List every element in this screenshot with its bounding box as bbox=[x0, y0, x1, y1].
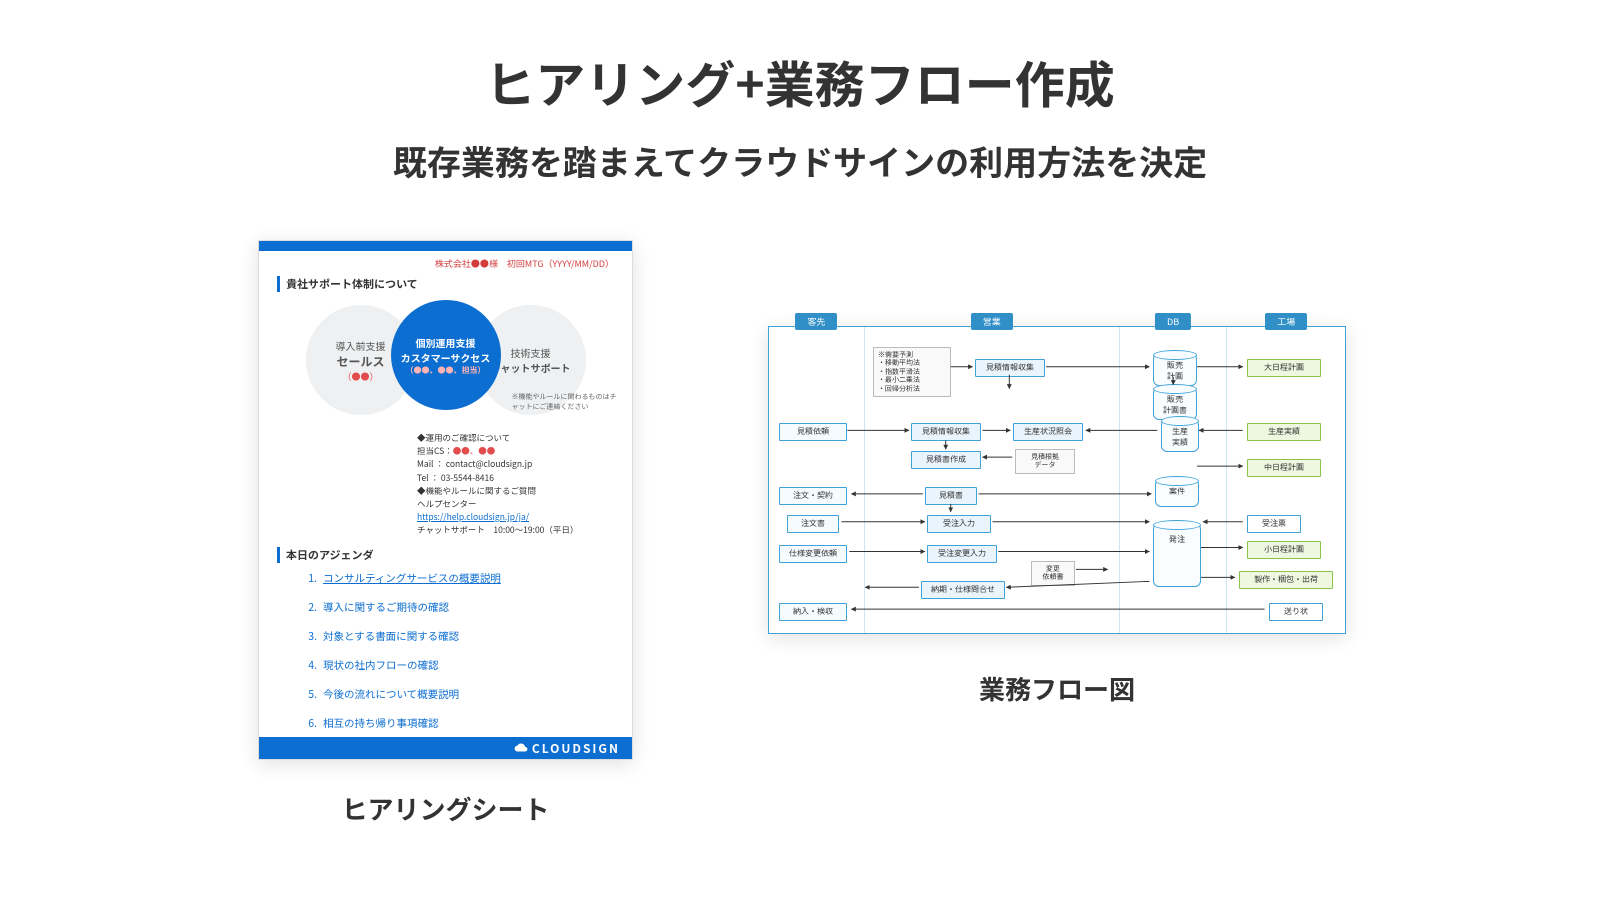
flow-box: 見積書 bbox=[925, 487, 977, 505]
help-link[interactable]: https://help.cloudsign.jp/ja/ bbox=[417, 511, 529, 523]
flow-box: 大日程計画 bbox=[1247, 359, 1321, 377]
flow-box: 小日程計画 bbox=[1247, 541, 1321, 559]
section-support: 貴社サポート体制について 導入前支援 セールス （●●） 個別運用支援 カスタマ… bbox=[259, 270, 632, 537]
contact-block: ◆運用のご確認について 担当CS：●●、●● Mail ： contact@cl… bbox=[417, 432, 596, 537]
agenda-item: 2.導入に関するご期待の確認 bbox=[301, 600, 614, 615]
section-agenda: 本日のアジェンダ 1.コンサルティングサービスの概要説明 2.導入に関するご期待… bbox=[259, 537, 632, 731]
flow-box: 納入・検収 bbox=[779, 603, 847, 621]
flow-box: 受注入力 bbox=[927, 515, 991, 533]
agenda-item: 1.コンサルティングサービスの概要説明 bbox=[301, 571, 614, 586]
agenda-list: 1.コンサルティングサービスの概要説明 2.導入に関するご期待の確認 3.対象と… bbox=[277, 571, 614, 731]
section-agenda-heading: 本日のアジェンダ bbox=[277, 547, 614, 563]
caption-left: ヒアリングシート bbox=[258, 790, 633, 827]
flow-box: 注文書 bbox=[787, 515, 839, 533]
flow-box: 製作・梱包・出荷 bbox=[1239, 571, 1333, 589]
flow-box: 注文・契約 bbox=[779, 487, 847, 505]
section-support-heading: 貴社サポート体制について bbox=[277, 276, 614, 292]
cloud-icon bbox=[514, 741, 528, 755]
flow-box: 見積書作成 bbox=[911, 451, 981, 469]
slide: ヒアリング+業務フロー作成 既存業務を踏まえてクラウドサインの利用方法を決定 株… bbox=[0, 0, 1600, 900]
flow-box: 中日程計画 bbox=[1247, 459, 1321, 477]
caption-right: 業務フロー図 bbox=[768, 670, 1346, 707]
flow-note: ※需要予測 ・移動平均法 ・指数平滑法 ・最小二乗法 ・回帰分析法 bbox=[873, 347, 951, 397]
circle-footnote: ※機能やルールに関わるものはチャットにご連絡ください bbox=[512, 392, 622, 412]
slide-subtitle: 既存業務を踏まえてクラウドサインの利用方法を決定 bbox=[0, 136, 1600, 185]
slide-title: ヒアリング+業務フロー作成 bbox=[0, 46, 1600, 118]
flow-box: 見積情報収集 bbox=[975, 359, 1045, 377]
flow-note: 変更 依頼書 bbox=[1031, 561, 1075, 586]
flow-box: 受注票 bbox=[1247, 515, 1301, 533]
flow-box: 仕様変更依頼 bbox=[779, 545, 847, 563]
flow-box: 受注変更入力 bbox=[927, 545, 997, 563]
agenda-item: 3.対象とする書面に関する確認 bbox=[301, 629, 614, 644]
sheet-topbar bbox=[259, 241, 632, 251]
flow-note: 見積根拠 データ bbox=[1015, 449, 1075, 474]
hearing-sheet: 株式会社●●様 初回MTG（YYYY/MM/DD） 貴社サポート体制について 導… bbox=[258, 240, 633, 760]
flow-db: 販売 計画 bbox=[1153, 353, 1197, 386]
flow-box: 生産実績 bbox=[1247, 423, 1321, 441]
agenda-item: 5.今後の流れについて概要説明 bbox=[301, 687, 614, 702]
flow-box: 納期・仕様問合せ bbox=[921, 581, 1005, 599]
agenda-item: 6.相互の持ち帰り事項確認 bbox=[301, 716, 614, 731]
sheet-brandbar: CLOUDSIGN bbox=[259, 737, 632, 759]
flow-diagram: 客先 営業 DB 工場 見積依頼 注文・契約 注文書 仕様変更依頼 納入・検収 … bbox=[768, 326, 1346, 634]
agenda-item: 4.現状の社内フローの確認 bbox=[301, 658, 614, 673]
flow-db: 発注 bbox=[1153, 523, 1201, 587]
flow-box: 見積依頼 bbox=[779, 423, 847, 441]
flow-box: 生産状況照会 bbox=[1013, 423, 1083, 441]
flow-db: 販売 計画書 bbox=[1153, 387, 1197, 420]
flow-box: 見積情報収集 bbox=[911, 423, 981, 441]
support-circles: 導入前支援 セールス （●●） 個別運用支援 カスタマーサクセス （●●、●●、… bbox=[296, 300, 596, 430]
flow-box: 送り状 bbox=[1269, 603, 1323, 621]
flow-db: 案件 bbox=[1155, 479, 1199, 507]
sheet-meta: 株式会社●●様 初回MTG（YYYY/MM/DD） bbox=[259, 251, 632, 270]
flow-db: 生産 実績 bbox=[1161, 419, 1199, 452]
lane-customer: 客先 bbox=[769, 327, 865, 633]
circle-cs: 個別運用支援 カスタマーサクセス （●●、●●、担当） bbox=[391, 300, 501, 410]
